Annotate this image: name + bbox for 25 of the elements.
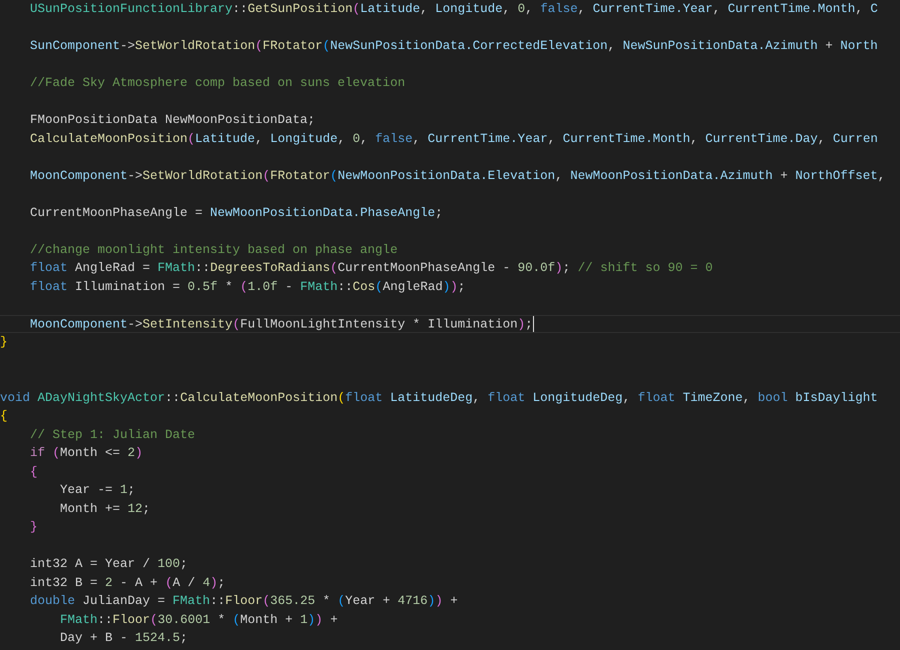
code-line: float AngleRad = FMath::DegreesToRadians(CurrentMoonPhaseAngle - 90.0f); // shift so 90 = 0: [29, 260, 714, 277]
code-line: USunPositionFunctionLibrary::GetSunPosition(Latitude, Longitude, 0, false, CurrentTime.Year, CurrentTime.Month, C: [29, 1, 879, 18]
code-line: //Fade Sky Atmosphere comp based on suns elevation: [29, 75, 406, 92]
code-line: {: [0, 408, 9, 425]
code-line: CurrentMoonPhaseAngle = NewMoonPositionData.PhaseAngle;: [29, 204, 444, 222]
code-line: }: [0, 334, 9, 351]
code-line: void ADayNightSkyActor::CalculateMoonPosition(float LatitudeDeg, float LongitudeDeg, float TimeZone, bool bIsDaylight: [0, 390, 879, 406]
code-line: MoonComponent->SetIntensity(FullMoonLightIntensity * Illumination);: [0, 314, 900, 333]
code-line: //change moonlight intensity based on phase angle: [29, 242, 399, 258]
code-line: Month += 12;: [59, 500, 152, 518]
code-line: {: [29, 464, 39, 480]
code-line: Day + B - 1524.5;: [59, 630, 189, 647]
code-line: }: [29, 519, 39, 536]
code-line: Year -= 1;: [59, 482, 136, 499]
code-line: FMath::Floor(30.6001 * (Month + 1)) +: [59, 612, 339, 628]
code-line: CalculateMoonPosition(Latitude, Longitude, 0, false, CurrentTime.Year, CurrentTime.Month, CurrentTime.Day, Curren: [29, 130, 879, 148]
code-line: int32 B = 2 - A + (A / 4);: [29, 574, 226, 592]
code-line: SunComponent->SetWorldRotation(FRotator(NewSunPositionData.CorrectedElevation, NewSunPositionData.Azimuth + North: [29, 38, 879, 55]
code-line: double JulianDay = FMath::Floor(365.25 * (Year + 4716)) +: [29, 593, 459, 610]
code-line: float Illumination = 0.5f * (1.0f - FMath::Cos(AngleRad));: [29, 278, 466, 296]
code-line: MoonComponent->SetWorldRotation(FRotator(NewMoonPositionData.Elevation, NewMoonPositionData.Azimuth + NorthOffset,: [29, 168, 886, 184]
code-line: FMoonPositionData NewMoonPositionData;: [29, 112, 316, 129]
code-line: if (Month <= 2): [29, 445, 144, 462]
code-line: // Step 1: Julian Date: [29, 426, 196, 444]
code-line: int32 A = Year / 100;: [29, 556, 189, 573]
